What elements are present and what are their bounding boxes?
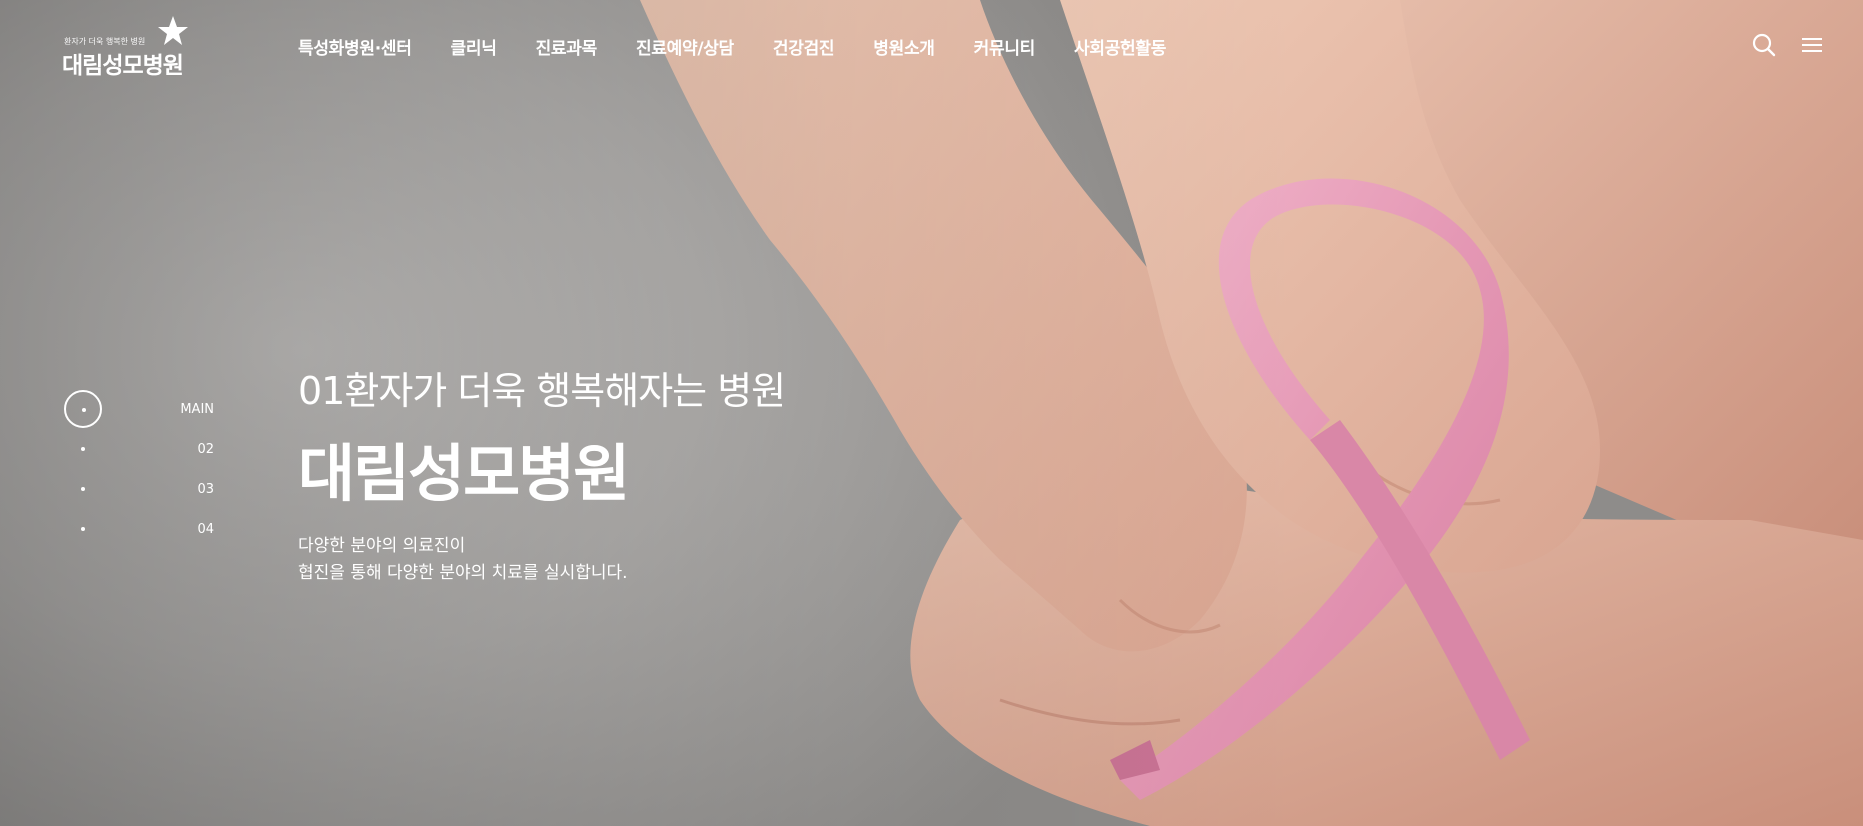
hero-description-line-2: 협진을 통해 다양한 분야의 치료를 실시합니다. (298, 563, 628, 583)
nav-item-about[interactable]: 병원소개 (873, 34, 935, 59)
search-icon (1752, 33, 1776, 57)
hero-description-line-1: 다양한 분야의 의료진이 (298, 536, 466, 556)
pager-item-04[interactable]: 04 (64, 510, 214, 550)
menu-button[interactable] (1802, 36, 1822, 54)
pager-label[interactable]: MAIN (154, 402, 214, 417)
pager-label[interactable]: 02 (154, 442, 214, 457)
hero-subtitle: 01환자가 더욱 행복해자는 병원 (298, 369, 786, 413)
nav-item-specialized-centers[interactable]: 특성화병원·센터 (298, 34, 412, 59)
pager-dot-icon[interactable] (81, 487, 85, 491)
slide-pager: MAIN 02 03 04 (64, 390, 214, 550)
pager-item-02[interactable]: 02 (64, 430, 214, 470)
main-navigation: 특성화병원·센터 클리닉 진료과목 진료예약/상담 건강검진 병원소개 커뮤니티… (298, 34, 1205, 59)
star-logo-icon (158, 16, 188, 45)
nav-item-social-contribution[interactable]: 사회공헌활동 (1074, 34, 1166, 59)
nav-item-community[interactable]: 커뮤니티 (974, 34, 1036, 59)
hero-title: 대림성모병원 (298, 437, 630, 510)
hero-shade-overlay (0, 0, 1863, 826)
nav-item-reservation[interactable]: 진료예약/상담 (636, 34, 734, 59)
hamburger-menu-icon (1802, 38, 1822, 52)
pager-dot-icon[interactable] (81, 527, 85, 531)
nav-item-clinic[interactable]: 클리닉 (451, 34, 497, 59)
logo-name: 대림성모병원 (62, 53, 184, 79)
hero-banner (0, 0, 1863, 826)
hospital-logo[interactable]: 환자가 더욱 행복한 병원 대림성모병원 (62, 16, 202, 79)
hero-copy: 01환자가 더욱 행복해자는 병원 대림성모병원 다양한 분야의 의료진이 협진… (298, 360, 786, 587)
pager-label[interactable]: 04 (154, 522, 214, 537)
nav-item-departments[interactable]: 진료과목 (536, 34, 598, 59)
pager-item-03[interactable]: 03 (64, 470, 214, 510)
pager-item-main[interactable]: MAIN (64, 390, 214, 430)
search-button[interactable] (1752, 33, 1776, 57)
pager-active-ring-icon[interactable] (64, 390, 102, 428)
hero-description: 다양한 분야의 의료진이 협진을 통해 다양한 분야의 치료를 실시합니다. (298, 533, 785, 587)
pager-dot-icon[interactable] (81, 447, 85, 451)
pager-label[interactable]: 03 (154, 482, 214, 497)
nav-item-health-checkup[interactable]: 건강검진 (773, 34, 835, 59)
